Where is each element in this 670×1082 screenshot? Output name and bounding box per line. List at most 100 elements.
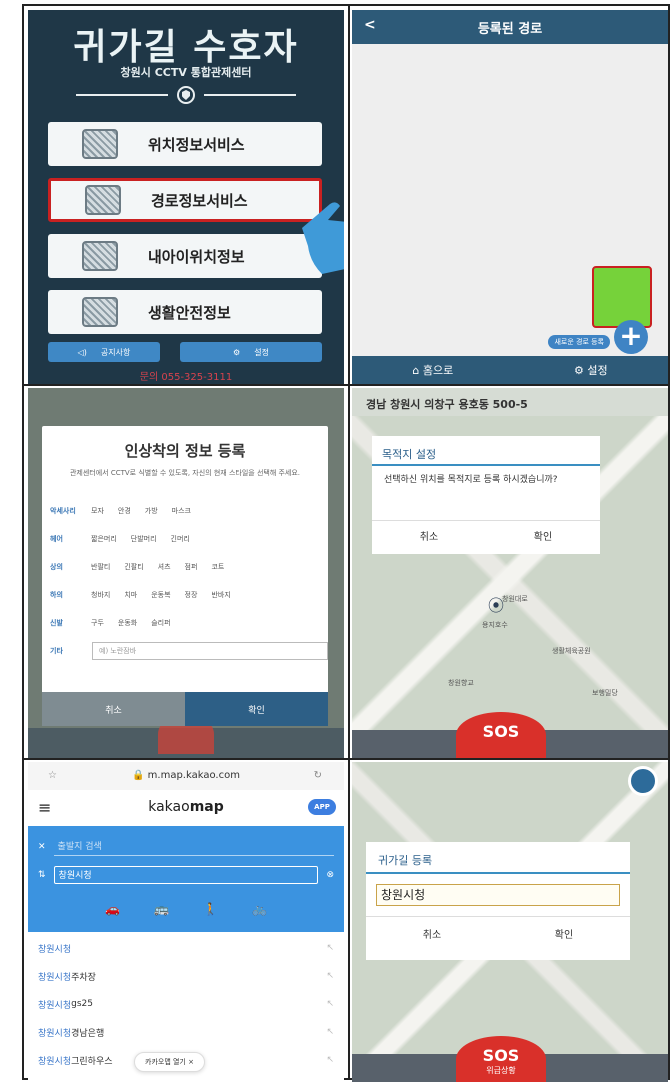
location-info-button[interactable]: 위치정보서비스 xyxy=(48,122,322,166)
option-chip[interactable]: 정장 xyxy=(182,589,201,601)
open-app-pill[interactable]: 카카오맵 열기 × xyxy=(134,1052,205,1072)
option-chip[interactable]: 슬리퍼 xyxy=(148,617,173,629)
origin-row: ✕ 출발지 검색 xyxy=(38,836,334,858)
safety-info-button[interactable]: 생활안전정보 xyxy=(48,290,322,334)
home-button[interactable]: ⌂ 홈으로 xyxy=(412,362,453,378)
map-icon xyxy=(82,129,118,159)
option-chip[interactable]: 단발머리 xyxy=(128,533,160,545)
option-chip[interactable]: 코트 xyxy=(208,561,227,573)
option-row: 신발 구두 운동화 슬리퍼 xyxy=(50,614,320,632)
option-chip[interactable]: 가방 xyxy=(142,505,161,517)
option-chip[interactable]: 운동복 xyxy=(148,589,173,601)
option-chip[interactable]: 운동화 xyxy=(115,617,140,629)
destination-input[interactable]: 창원시청 xyxy=(53,866,319,884)
appearance-dialog: 인상착의 정보 등록 관제센터에서 CCTV로 식별할 수 있도록, 자신의 현… xyxy=(42,426,328,726)
confirm-button[interactable]: 확인 xyxy=(185,692,328,726)
result-item[interactable]: 창원시청 gs25 ↖ xyxy=(38,994,334,1014)
destination-setting-screen: 창원대로 용지호수 창원향교 생활체육공원 보행밀당 ⦿ 경남 창원시 의창구 … xyxy=(352,388,668,758)
reload-icon[interactable]: ↻ xyxy=(314,762,322,790)
notice-label: 공지사항 xyxy=(100,347,131,357)
result-item[interactable]: 창원시청 주차장 ↖ xyxy=(38,966,334,986)
bottom-nav: ⌂ 홈으로 ⚙ 설정 xyxy=(352,356,668,384)
shield-icon xyxy=(168,84,204,106)
option-chip[interactable]: 점퍼 xyxy=(182,561,201,573)
clear-icon[interactable]: ⊗ xyxy=(326,870,334,880)
bus-icon[interactable]: 🚌 xyxy=(154,902,169,916)
option-chip[interactable]: 구두 xyxy=(88,617,107,629)
add-route-button[interactable]: + xyxy=(614,320,648,354)
dialog-title: 목적지 설정 xyxy=(372,436,600,466)
transport-modes: 🚗 🚌 🚶 🚲 xyxy=(28,902,344,916)
car-icon[interactable]: 🚗 xyxy=(105,902,120,916)
option-chip[interactable]: 마스크 xyxy=(169,505,194,517)
menu-label: 내아이위치정보 xyxy=(148,247,245,266)
dialog-description: 관제센터에서 CCTV로 식별할 수 있도록, 자신의 현재 스타일을 선택해 … xyxy=(69,469,301,477)
dialog-title: 귀가길 등록 xyxy=(366,842,630,874)
option-chip[interactable]: 치마 xyxy=(121,589,140,601)
appearance-info-screen: 인상착의 정보 등록 관제센터에서 CCTV로 식별할 수 있도록, 자신의 현… xyxy=(28,388,344,758)
result-item[interactable]: 창원시청 ↖ xyxy=(38,938,334,958)
option-chip[interactable]: 짧은머리 xyxy=(88,533,120,545)
map-label: 보행밀당 xyxy=(592,689,618,697)
walk-icon[interactable]: 🚶 xyxy=(203,902,218,916)
kakaomap-logo: kakaomap xyxy=(28,799,344,815)
child-location-button[interactable]: 내아이위치정보 xyxy=(48,234,322,278)
settings-button[interactable]: ⚙ 설정 xyxy=(574,362,608,378)
result-item[interactable]: 창원시청 경남은행 ↖ xyxy=(38,1022,334,1042)
row-key: 하의 xyxy=(50,591,63,599)
new-route-label[interactable]: 새로운 경로 등록 xyxy=(548,335,610,349)
dialog-buttons: 취소 확인 xyxy=(42,692,328,726)
route-info-button[interactable]: 경로정보서비스 xyxy=(48,178,322,222)
row-key: 악세사리 xyxy=(50,507,76,515)
option-chip[interactable]: 모자 xyxy=(88,505,107,517)
origin-input[interactable]: 출발지 검색 xyxy=(53,838,334,856)
route-name-input[interactable]: 창원시청 xyxy=(376,884,620,906)
sos-button[interactable]: SOS 위급상황 xyxy=(456,1036,546,1082)
logo-bold: map xyxy=(189,799,224,815)
map-label: 창원대로 xyxy=(502,595,528,603)
route-search-panel: ✕ 출발지 검색 ⇅ 창원시청 ⊗ 🚗 🚌 🚶 🚲 xyxy=(28,826,344,932)
contact-phone: 문의 055-325-3111 xyxy=(139,372,233,383)
grid-divider-row2 xyxy=(24,758,668,760)
gear-icon: ⚙ xyxy=(574,364,588,377)
dialog-message: 선택하신 위치를 목적지로 등록 하시겠습니까? xyxy=(384,475,558,485)
option-chip[interactable]: 반팔티 xyxy=(88,561,113,573)
cancel-button[interactable]: 취소 xyxy=(372,521,486,550)
cancel-button[interactable]: 취소 xyxy=(42,692,185,726)
option-chip[interactable]: 반바지 xyxy=(208,589,233,601)
kakaomap-search-screen: ☆ 🔒 m.map.kakao.com ↻ ≡ kakaomap APP ✕ 출… xyxy=(28,762,344,1082)
option-chip[interactable]: 청바지 xyxy=(88,589,113,601)
settings-label: 설정 xyxy=(587,364,608,377)
etc-input[interactable]: 예) 노란잠바 xyxy=(92,642,328,660)
close-icon[interactable]: ✕ xyxy=(38,842,46,852)
arrow-icon: ↖ xyxy=(326,1055,334,1065)
pointing-hand-icon xyxy=(294,198,344,278)
option-chip[interactable]: 긴팔티 xyxy=(121,561,146,573)
bike-icon[interactable]: 🚲 xyxy=(252,902,267,916)
confirm-button[interactable]: 확인 xyxy=(486,521,600,550)
map-label: 창원향교 xyxy=(448,679,474,687)
arrow-icon: ↖ xyxy=(326,943,334,953)
swap-icon[interactable]: ⇅ xyxy=(38,870,46,880)
app-badge[interactable]: APP xyxy=(308,799,336,815)
settings-button[interactable]: ⚙ 설정 xyxy=(180,342,322,362)
bookmark-icon[interactable]: ☆ xyxy=(48,762,57,790)
cancel-button[interactable]: 취소 xyxy=(366,917,498,950)
menu-label: 생활안전정보 xyxy=(148,303,231,322)
house-icon xyxy=(82,297,118,327)
option-chip[interactable]: 안경 xyxy=(115,505,134,517)
option-chip[interactable]: 셔츠 xyxy=(155,561,174,573)
confirm-button[interactable]: 확인 xyxy=(498,917,630,950)
map-label: 생활체육공원 xyxy=(552,647,591,655)
destination-dialog: 목적지 설정 선택하신 위치를 목적지로 등록 하시겠습니까? 취소 확인 xyxy=(372,436,600,554)
route-register-dialog: 귀가길 등록 창원시청 취소 확인 xyxy=(366,842,630,960)
speaker-icon: ◁) xyxy=(77,347,87,357)
url-text[interactable]: m.map.kakao.com xyxy=(148,770,240,781)
locate-icon[interactable] xyxy=(628,766,658,796)
lock-icon: 🔒 xyxy=(132,770,145,781)
option-chip[interactable]: 긴머리 xyxy=(168,533,193,545)
notice-button[interactable]: ◁) 공지사항 xyxy=(48,342,160,362)
kakaomap-header: ≡ kakaomap APP xyxy=(28,792,344,824)
sos-button[interactable]: SOS xyxy=(456,712,546,758)
option-row: 상의 반팔티 긴팔티 셔츠 점퍼 코트 xyxy=(50,558,320,576)
